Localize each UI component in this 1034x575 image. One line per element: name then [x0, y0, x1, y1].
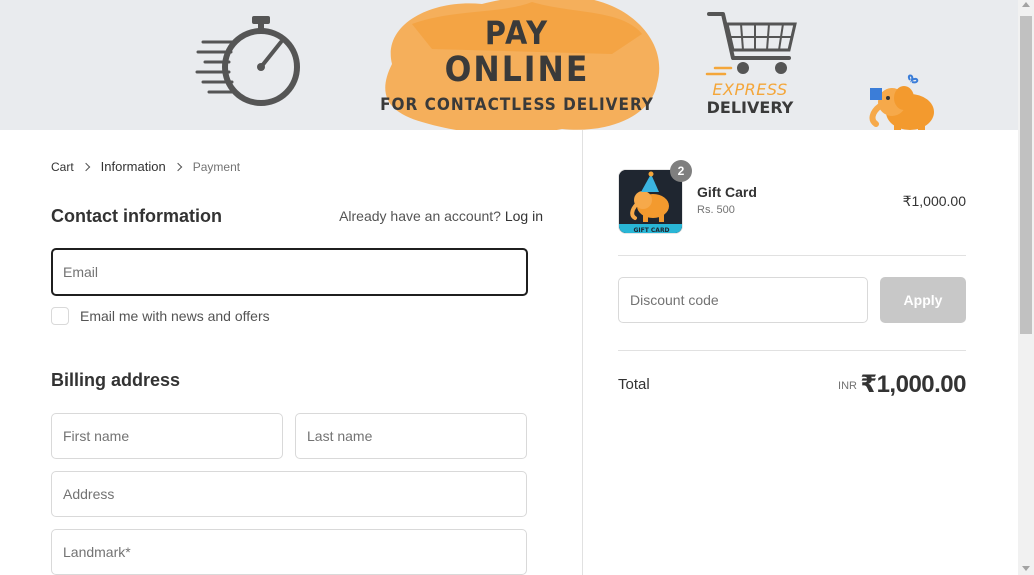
banner-line-contactless: FOR CONTACTLESS DELIVERY	[380, 95, 654, 115]
newsletter-checkbox[interactable]	[51, 307, 69, 325]
email-field-wrapper	[51, 248, 528, 296]
discount-code-field[interactable]	[619, 278, 867, 322]
scroll-down-arrow-icon[interactable]	[1022, 566, 1030, 571]
product-name: Gift Card	[697, 184, 757, 200]
landmark-wrapper	[51, 529, 527, 575]
first-name-wrapper	[51, 413, 283, 459]
promo-banner: PAY ONLINE FOR CONTACTLESS DELIVERY EXPR…	[0, 0, 1018, 130]
last-name-field[interactable]	[296, 414, 526, 458]
apply-discount-button[interactable]: Apply	[880, 277, 966, 323]
total-label: Total	[618, 376, 650, 393]
login-prompt: Already have an account? Log in	[339, 208, 543, 224]
newsletter-label: Email me with news and offers	[80, 308, 270, 324]
column-divider	[582, 130, 583, 575]
banner-line-pay: PAY	[484, 14, 550, 52]
chevron-right-icon	[173, 162, 182, 171]
total-currency: INR	[838, 380, 857, 392]
thumb-label: GIFT CARD	[633, 227, 669, 234]
last-name-wrapper	[295, 413, 527, 459]
chevron-right-icon	[81, 162, 90, 171]
breadcrumb: Cart Information Payment	[51, 159, 240, 174]
shopping-cart-icon	[705, 12, 797, 76]
summary-divider	[618, 350, 966, 351]
banner-line-online: ONLINE	[444, 50, 590, 90]
summary-divider	[618, 255, 966, 256]
elephant-mascot-icon	[869, 74, 934, 130]
product-variant: Rs. 500	[697, 204, 735, 216]
first-name-field[interactable]	[52, 414, 282, 458]
breadcrumb-information: Information	[100, 159, 166, 174]
account-prompt-text: Already have an account?	[339, 208, 501, 224]
scrollbar-thumb[interactable]	[1020, 16, 1032, 334]
breadcrumb-cart[interactable]: Cart	[51, 160, 74, 174]
discount-wrapper	[618, 277, 868, 323]
banner-delivery-text: DELIVERY	[706, 98, 794, 117]
address-wrapper	[51, 471, 527, 517]
newsletter-checkbox-row[interactable]: Email me with news and offers	[51, 307, 270, 325]
billing-address-heading: Billing address	[51, 370, 181, 390]
address-field[interactable]	[52, 472, 526, 516]
email-field[interactable]	[53, 250, 526, 294]
contact-information-heading: Contact information	[51, 206, 222, 226]
breadcrumb-payment: Payment	[192, 159, 241, 174]
stopwatch-icon	[195, 16, 300, 106]
landmark-field[interactable]	[52, 530, 526, 574]
scroll-up-arrow-icon[interactable]	[1022, 2, 1030, 7]
total-value: ₹1,000.00	[860, 371, 966, 398]
quantity-badge: 2	[670, 160, 692, 182]
banner-express-text: EXPRESS	[712, 80, 788, 99]
page-scrollbar[interactable]	[1018, 0, 1034, 575]
login-link[interactable]: Log in	[505, 208, 543, 224]
product-price: ₹1,000.00	[902, 193, 966, 209]
